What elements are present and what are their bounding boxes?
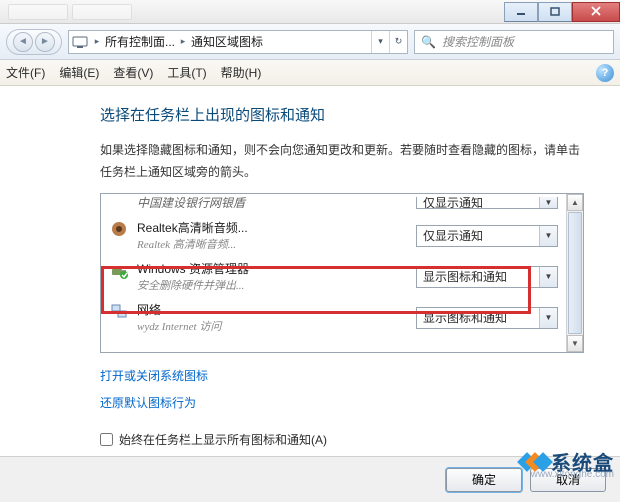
help-icon[interactable]: ? (596, 64, 614, 82)
address-bar[interactable]: ▸ 所有控制面... ▸ 通知区域图标 ▾ ↻ (68, 30, 408, 54)
nav-back-button[interactable]: ◄ (13, 32, 33, 52)
list-item-title: 中国建设银行网银盾 (137, 194, 404, 211)
chevron-down-icon: ▼ (539, 267, 557, 287)
titlebar-ghost-button (8, 4, 68, 20)
scroll-thumb[interactable] (568, 212, 582, 334)
behavior-dropdown[interactable]: 显示图标和通知 ▼ (416, 266, 558, 288)
window-maximize-button[interactable] (538, 2, 572, 22)
breadcrumb-segment[interactable]: 所有控制面... (103, 33, 177, 50)
list-item: 中国建设银行网银盾 仅显示通知 ▼ (101, 194, 566, 215)
scroll-up-button[interactable]: ▲ (567, 194, 583, 211)
address-refresh-button[interactable]: ↻ (389, 31, 407, 53)
nav-forward-button[interactable]: ► (35, 32, 55, 52)
list-item-subtitle: wydz Internet 访问 (137, 318, 404, 334)
app-icon (109, 219, 129, 239)
page-description: 如果选择隐藏图标和通知，则不会向您通知更改和更新。若要随时查看隐藏的图标，请单击… (100, 139, 584, 183)
link-toggle-system-icons[interactable]: 打开或关闭系统图标 (100, 367, 208, 384)
control-panel-icon (69, 35, 91, 49)
always-show-checkbox-row: 始终在任务栏上显示所有图标和通知(A) (100, 431, 584, 448)
breadcrumb-separator-icon: ▸ (91, 36, 103, 47)
cancel-button[interactable]: 取消 (530, 468, 606, 492)
chevron-down-icon: ▼ (539, 308, 557, 328)
chevron-down-icon: ▼ (539, 226, 557, 246)
list-item-subtitle: Realtek 高清晰音频... (137, 236, 404, 252)
links-section: 打开或关闭系统图标 还原默认图标行为 (100, 367, 584, 421)
menu-view[interactable]: 查看(V) (113, 64, 153, 81)
list-item-subtitle: 安全删除硬件并弹出... (137, 277, 404, 293)
always-show-checkbox[interactable] (100, 433, 113, 446)
app-icon (109, 260, 129, 280)
behavior-dropdown[interactable]: 显示图标和通知 ▼ (416, 307, 558, 329)
list-item: 网络wydz Internet 访问 显示图标和通知 ▼ (101, 297, 566, 338)
navigation-bar: ◄ ► ▸ 所有控制面... ▸ 通知区域图标 ▾ ↻ 🔍 搜索控制面板 (0, 24, 620, 60)
menu-tools[interactable]: 工具(T) (167, 64, 206, 81)
list-item-title: 网络 (137, 301, 404, 318)
scrollbar[interactable]: ▲ ▼ (566, 194, 583, 352)
behavior-dropdown[interactable]: 仅显示通知 ▼ (416, 197, 558, 209)
list-item: Windows 资源管理器安全删除硬件并弹出... 显示图标和通知 ▼ (101, 256, 566, 297)
list-item-title: Windows 资源管理器 (137, 260, 404, 277)
window-close-button[interactable] (572, 2, 620, 22)
dropdown-value: 仅显示通知 (423, 227, 483, 244)
menu-edit[interactable]: 编辑(E) (59, 64, 99, 81)
window-minimize-button[interactable] (504, 2, 538, 22)
menu-help[interactable]: 帮助(H) (221, 64, 262, 81)
list-item-title: Realtek高清晰音频... (137, 219, 404, 236)
search-input[interactable]: 🔍 搜索控制面板 (414, 30, 614, 54)
dropdown-value: 显示图标和通知 (423, 268, 507, 285)
menu-bar: 文件(F) 编辑(E) 查看(V) 工具(T) 帮助(H) ? (0, 60, 620, 86)
link-restore-defaults[interactable]: 还原默认图标行为 (100, 394, 196, 411)
search-placeholder: 搜索控制面板 (442, 33, 514, 50)
list-item: Realtek高清晰音频...Realtek 高清晰音频... 仅显示通知 ▼ (101, 215, 566, 256)
dropdown-value: 显示图标和通知 (423, 309, 507, 326)
titlebar-ghost-button (72, 4, 132, 20)
window-titlebar (0, 0, 620, 24)
breadcrumb-separator-icon: ▸ (177, 36, 189, 47)
dropdown-value: 仅显示通知 (423, 197, 483, 209)
app-icon (109, 301, 129, 321)
behavior-dropdown[interactable]: 仅显示通知 ▼ (416, 225, 558, 247)
always-show-label: 始终在任务栏上显示所有图标和通知(A) (119, 431, 327, 448)
page-title: 选择在任务栏上出现的图标和通知 (100, 104, 584, 125)
nav-arrows: ◄ ► (6, 29, 62, 55)
content-area: 选择在任务栏上出现的图标和通知 如果选择隐藏图标和通知，则不会向您通知更改和更新… (0, 86, 620, 448)
breadcrumb-segment[interactable]: 通知区域图标 (189, 33, 265, 50)
chevron-down-icon: ▼ (539, 197, 557, 208)
dialog-footer: 确定 取消 (0, 456, 620, 502)
scroll-down-button[interactable]: ▼ (567, 335, 583, 352)
ok-button[interactable]: 确定 (446, 468, 522, 492)
address-dropdown-button[interactable]: ▾ (371, 31, 389, 53)
icon-list-container: 中国建设银行网银盾仅显示通知▼Realtek高清晰音频...Realtek 高清… (100, 193, 584, 353)
search-icon: 🔍 (421, 35, 436, 49)
menu-file[interactable]: 文件(F) (6, 64, 45, 81)
